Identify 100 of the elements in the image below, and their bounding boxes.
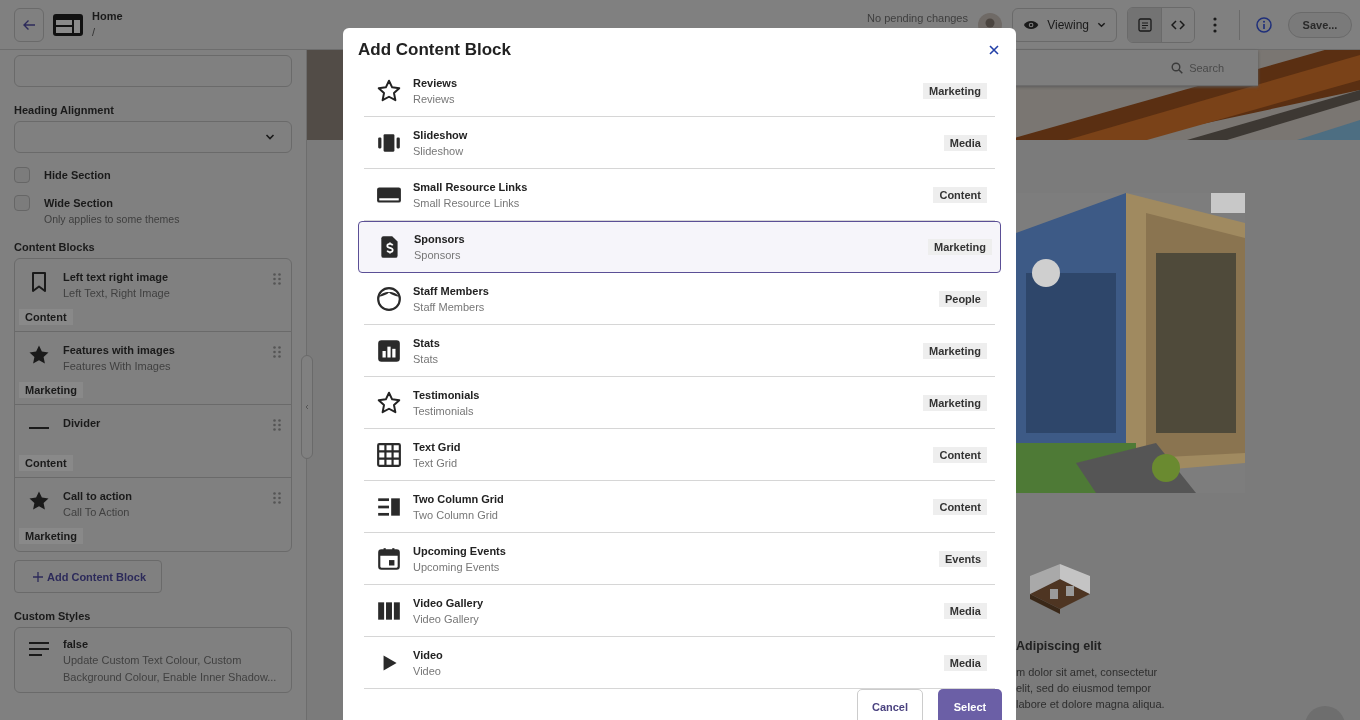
feature-text: m dolor sit amet, consectetur xyxy=(1016,665,1158,680)
person-head-icon xyxy=(376,285,402,312)
checkbox-hint: Only applies to some themes xyxy=(44,213,180,225)
category-tag: Marketing xyxy=(19,528,83,544)
block-subtitle: Call To Action xyxy=(63,506,131,518)
chevron-left-icon xyxy=(305,404,309,410)
eye-icon xyxy=(1023,18,1040,31)
feature-text: labore et dolore magna aliqua. xyxy=(1016,697,1165,712)
info-icon[interactable] xyxy=(1256,16,1272,33)
option-subtitle: Reviews xyxy=(413,92,456,105)
option-title: Staff Members xyxy=(413,284,490,297)
category-tag: Media xyxy=(943,602,987,619)
content-block-option[interactable]: Testimonials Testimonials Marketing xyxy=(364,377,995,429)
option-title: Two Column Grid xyxy=(413,492,505,505)
option-title: Video Gallery xyxy=(413,596,485,609)
custom-styles-description: Update Custom Text Colour, Custom Background Colour, Enable Inner Shadow... xyxy=(63,653,278,685)
feature-text: elit, sed do eiusmod tempor xyxy=(1016,681,1152,696)
option-subtitle: Video xyxy=(413,664,442,677)
content-block-option[interactable]: Slideshow Slideshow Media xyxy=(364,117,995,169)
dash-icon xyxy=(29,427,49,429)
option-subtitle: Two Column Grid xyxy=(413,508,499,521)
option-subtitle: Video Gallery xyxy=(413,612,480,625)
category-tag: Marketing xyxy=(19,382,83,398)
option-subtitle: Stats xyxy=(413,352,440,365)
content-block-option[interactable]: Sponsors Sponsors Marketing xyxy=(358,221,1001,273)
back-arrow-icon xyxy=(22,17,36,32)
category-tag: People xyxy=(938,290,987,307)
grid-icon xyxy=(376,441,402,468)
option-title: Video xyxy=(413,648,444,661)
custom-styles-card[interactable]: false Update Custom Text Colour, Custom Background Colour, Enable Inner Shadow... xyxy=(14,627,292,693)
back-button[interactable] xyxy=(14,7,44,42)
drag-handle-icon[interactable] xyxy=(273,346,281,358)
field-label: Heading Alignment xyxy=(14,104,115,116)
layout-icon xyxy=(53,13,83,36)
option-title: Sponsors xyxy=(414,233,466,245)
content-block-option[interactable]: Two Column Grid Two Column Grid Content xyxy=(364,481,995,533)
alignment-select[interactable] xyxy=(14,121,292,153)
category-tag: Marketing xyxy=(923,394,987,411)
chevron-down-icon xyxy=(1097,20,1106,29)
chart-square-icon xyxy=(376,337,402,364)
feature-heading: Adipiscing elit xyxy=(1016,639,1102,653)
visual-view-button[interactable] xyxy=(1128,7,1161,42)
option-title: Upcoming Events xyxy=(413,544,507,557)
status-text: No pending changes xyxy=(867,12,968,24)
option-subtitle: Testimonials xyxy=(413,404,475,417)
star-icon xyxy=(376,77,402,104)
block-title: Features with images xyxy=(63,344,176,356)
content-block-option[interactable]: Reviews Reviews Marketing xyxy=(364,65,995,117)
custom-styles-title: false xyxy=(63,638,90,650)
category-tag: Media xyxy=(943,134,987,151)
option-subtitle: Sponsors xyxy=(414,249,462,261)
select-button[interactable]: Select xyxy=(938,689,1002,720)
option-title: Slideshow xyxy=(413,128,469,141)
option-subtitle: Slideshow xyxy=(413,144,465,157)
more-options-icon[interactable] xyxy=(1213,16,1217,33)
block-title: Left text right image xyxy=(63,271,170,283)
document-icon xyxy=(1137,17,1152,32)
category-tag: Content xyxy=(933,186,987,203)
content-block-option[interactable]: Upcoming Events Upcoming Events Events xyxy=(364,533,995,585)
content-block[interactable]: Left text right image Left Text, Right Image Content xyxy=(15,259,291,332)
collapse-handle[interactable] xyxy=(301,355,313,459)
viewing-dropdown[interactable]: Viewing xyxy=(1012,7,1117,42)
option-title: Stats xyxy=(413,336,441,349)
checkbox-label: Wide Section xyxy=(44,197,114,209)
option-subtitle: Staff Members xyxy=(413,300,486,313)
code-view-button[interactable] xyxy=(1161,7,1194,42)
option-title: Text Grid xyxy=(413,440,462,453)
option-subtitle: Small Resource Links xyxy=(413,196,521,209)
section-label: Content Blocks xyxy=(14,241,96,253)
content-block[interactable]: Call to action Call To Action Marketing xyxy=(15,478,291,551)
category-tag: Events xyxy=(938,550,987,567)
checkbox[interactable] xyxy=(14,195,30,211)
category-tag: Marketing xyxy=(928,239,992,255)
option-title: Testimonials xyxy=(413,388,481,401)
content-block-option[interactable]: Video Gallery Video Gallery Media xyxy=(364,585,995,637)
content-block-option[interactable]: Video Video Media xyxy=(364,637,995,689)
category-tag: Media xyxy=(943,654,987,671)
option-subtitle: Upcoming Events xyxy=(413,560,501,573)
content-block-option[interactable]: Staff Members Staff Members People xyxy=(364,273,995,325)
category-tag: Marketing xyxy=(923,82,987,99)
content-block-option[interactable]: Stats Stats Marketing xyxy=(364,325,995,377)
block-subtitle: Features With Images xyxy=(63,360,172,372)
content-block[interactable]: Divider Content xyxy=(15,405,291,478)
close-icon[interactable] xyxy=(989,44,999,55)
star-icon xyxy=(376,389,402,416)
block-subtitle: Left Text, Right Image xyxy=(63,287,171,299)
search-icon xyxy=(1171,61,1184,74)
block-title: Divider xyxy=(63,417,102,429)
option-title: Small Resource Links xyxy=(413,180,529,193)
cancel-button[interactable]: Cancel xyxy=(857,689,923,720)
category-tag: Content xyxy=(19,309,73,325)
option-title: Reviews xyxy=(413,76,459,89)
drag-handle-icon[interactable] xyxy=(273,273,281,285)
drag-handle-icon[interactable] xyxy=(273,492,281,504)
page-path: / xyxy=(92,26,97,38)
checkbox[interactable] xyxy=(14,167,30,183)
content-block-option[interactable]: Text Grid Text Grid Content xyxy=(364,429,995,481)
code-icon xyxy=(1171,18,1185,31)
drag-handle-icon[interactable] xyxy=(273,419,281,431)
content-block[interactable]: Features with images Features With Images Marketing xyxy=(15,332,291,405)
